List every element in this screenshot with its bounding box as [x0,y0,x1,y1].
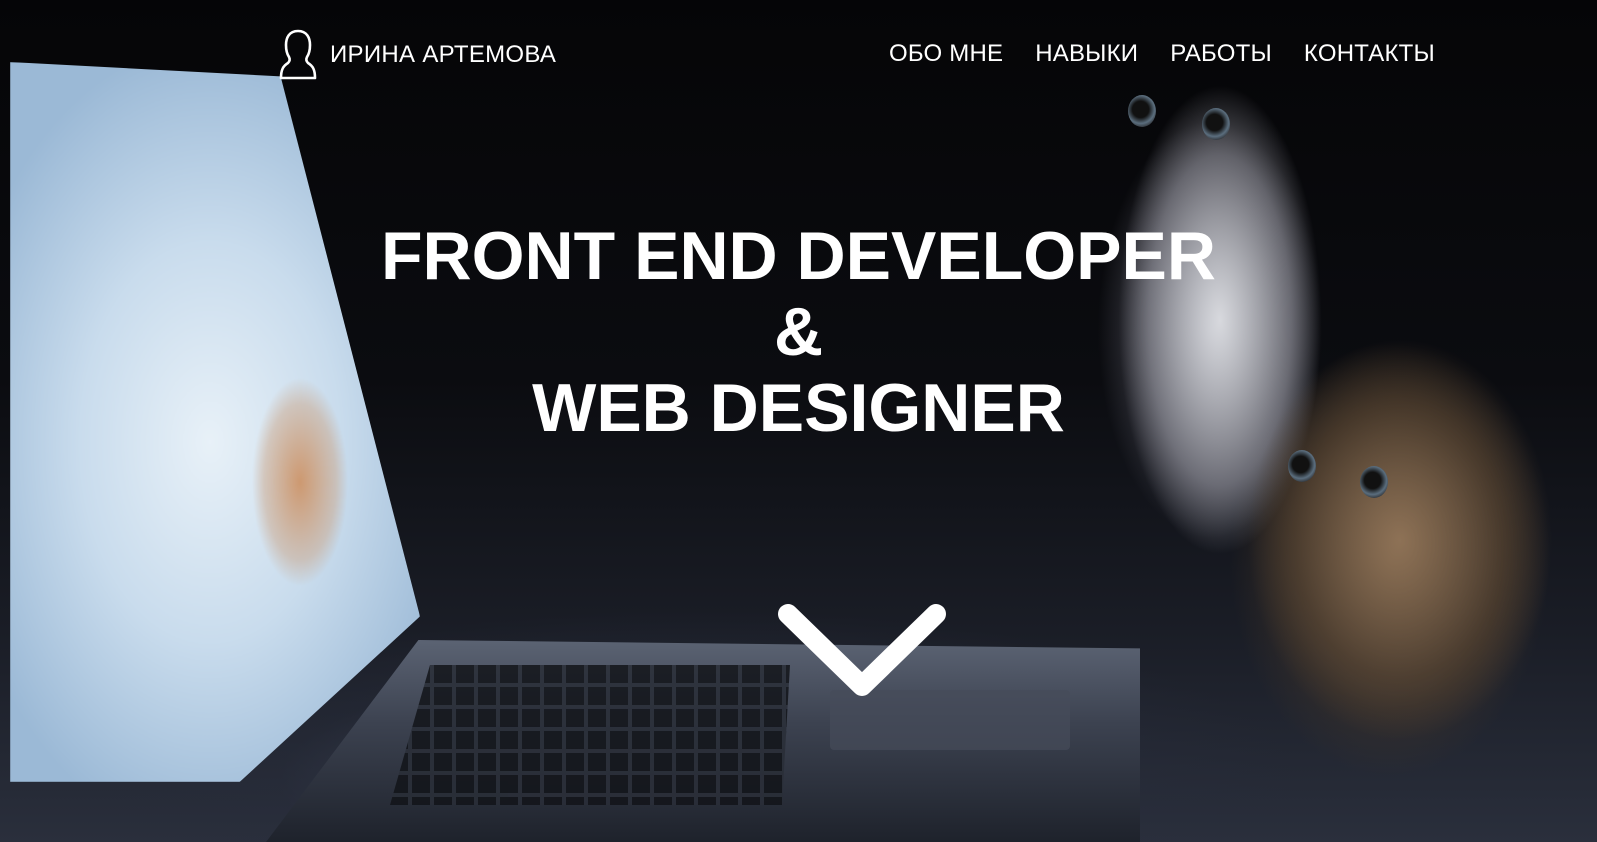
nav-link-about[interactable]: ОБО МНЕ [889,40,1003,67]
nav-link-works[interactable]: РАБОТЫ [1170,40,1272,67]
cat-eye [1360,466,1388,498]
nav-link-skills[interactable]: НАВЫКИ [1035,40,1138,67]
menu-item-works: РАБОТЫ [1170,40,1272,68]
menu-item-contacts: КОНТАКТЫ [1304,40,1435,68]
hero-section: ИРИНА АРТЕМОВА ОБО МНЕ НАВЫКИ РАБОТЫ КОН… [0,0,1597,842]
nav-link-contacts[interactable]: КОНТАКТЫ [1304,40,1435,67]
headline-line-3: WEB DESIGNER [532,370,1065,446]
brand-link[interactable]: ИРИНА АРТЕМОВА [278,28,556,82]
main-menu: ОБО МНЕ НАВЫКИ РАБОТЫ КОНТАКТЫ [889,40,1435,68]
top-navigation: ИРИНА АРТЕМОВА ОБО МНЕ НАВЫКИ РАБОТЫ КОН… [0,0,1597,110]
headline-line-2: & [773,294,824,370]
cat-eye [1288,450,1316,482]
kitten-eye [1202,108,1230,140]
chevron-down-icon[interactable] [778,600,946,700]
headline-line-1: FRONT END DEVELOPER [381,218,1216,294]
hero-headline: FRONT END DEVELOPER & WEB DESIGNER [0,218,1597,446]
brand-name: ИРИНА АРТЕМОВА [330,41,557,68]
menu-item-about: ОБО МНЕ [889,40,1003,68]
menu-item-skills: НАВЫКИ [1035,40,1138,68]
background-laptop-keyboard [390,665,790,805]
user-silhouette-icon [279,29,317,80]
